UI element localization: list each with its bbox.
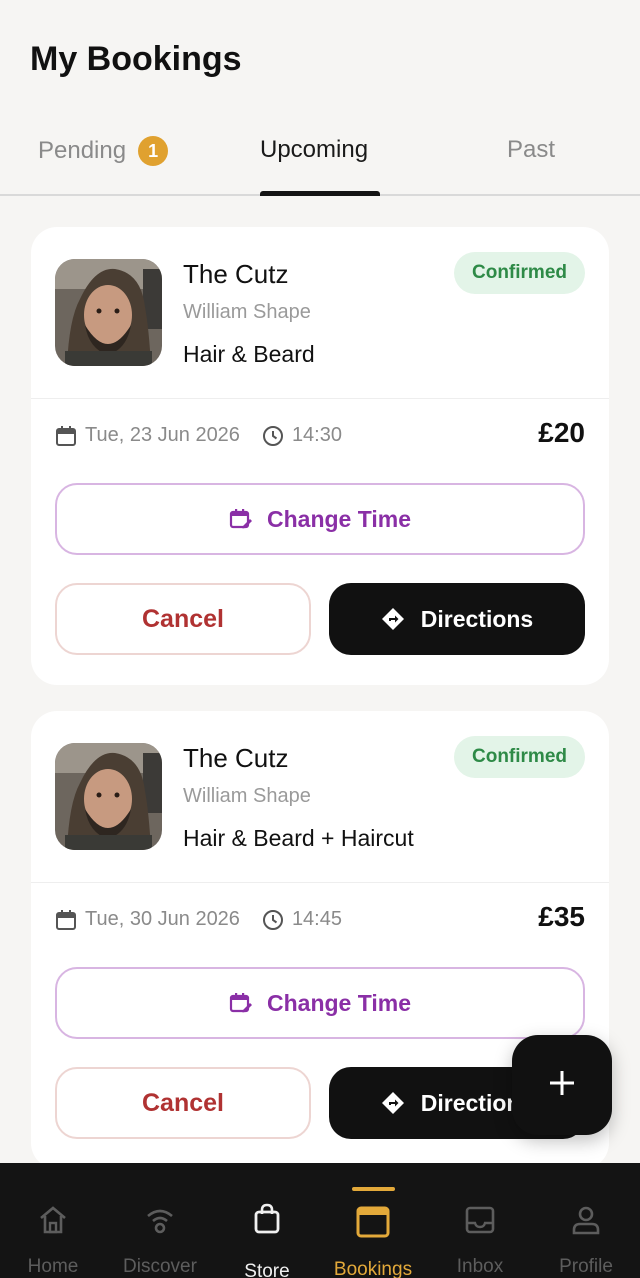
nav-inbox[interactable]: Inbox xyxy=(430,1163,530,1278)
booking-price: £20 xyxy=(538,417,585,448)
calendar-edit-icon xyxy=(229,991,253,1015)
card-divider xyxy=(31,398,609,399)
calendar-icon xyxy=(355,1203,391,1239)
directions-button[interactable]: Directions xyxy=(329,583,585,655)
nav-store[interactable]: Store xyxy=(217,1163,317,1278)
booking-date: Tue, 23 Jun 2026 xyxy=(85,424,240,446)
nav-label: Store xyxy=(244,1261,290,1278)
directions-label: Directions xyxy=(420,605,534,632)
add-booking-button[interactable] xyxy=(512,1035,612,1135)
status-badge: Confirmed xyxy=(454,252,585,294)
booking-time: 14:45 xyxy=(291,908,342,930)
profile-icon xyxy=(570,1203,602,1236)
bookings-screen: My Bookings Pending 1 Upcoming Past The … xyxy=(0,0,640,1278)
directions-icon xyxy=(381,1091,405,1115)
nav-bookings[interactable]: Bookings xyxy=(323,1163,423,1278)
tab-upcoming[interactable]: Upcoming xyxy=(260,136,368,164)
nav-label: Home xyxy=(27,1256,79,1277)
pending-count-badge: 1 xyxy=(138,136,169,166)
booking-time: 14:30 xyxy=(291,424,342,446)
change-time-button[interactable]: Change Time xyxy=(55,967,585,1039)
booking-date: Tue, 30 Jun 2026 xyxy=(85,908,240,930)
tab-label: Pending xyxy=(38,137,127,164)
service-name: Hair & Beard + Haircut xyxy=(183,825,414,851)
shop-name: The Cutz xyxy=(183,743,289,773)
nav-label: Discover xyxy=(123,1256,197,1277)
status-badge: Confirmed xyxy=(454,736,585,778)
barber-name: William Shape xyxy=(183,785,311,807)
barber-name: William Shape xyxy=(183,301,311,323)
calendar-icon xyxy=(55,909,77,931)
bottom-nav: Home Discover Store Bookings Inbox Profi… xyxy=(0,1163,640,1278)
cancel-button[interactable]: Cancel xyxy=(55,1067,311,1139)
change-time-label: Change Time xyxy=(267,505,411,532)
home-icon xyxy=(37,1203,69,1236)
calendar-edit-icon xyxy=(229,507,253,531)
barber-avatar xyxy=(55,743,162,850)
nav-home[interactable]: Home xyxy=(3,1163,103,1278)
tab-label: Past xyxy=(507,136,556,163)
tab-label: Upcoming xyxy=(260,136,369,163)
plus-icon xyxy=(548,1069,576,1102)
calendar-icon xyxy=(55,425,77,447)
booking-card: The Cutz William Shape Hair & Beard Conf… xyxy=(31,227,609,685)
shop-name: The Cutz xyxy=(183,259,289,289)
discover-icon xyxy=(144,1203,176,1236)
change-time-label: Change Time xyxy=(267,989,411,1016)
nav-label: Profile xyxy=(559,1256,613,1277)
tab-pending[interactable]: Pending 1 xyxy=(38,136,169,166)
barber-avatar xyxy=(55,259,162,366)
nav-label: Bookings xyxy=(333,1259,413,1278)
change-time-button[interactable]: Change Time xyxy=(55,483,585,555)
nav-label: Inbox xyxy=(456,1256,504,1277)
nav-profile[interactable]: Profile xyxy=(536,1163,636,1278)
booking-datetime: Tue, 30 Jun 2026 14:45 xyxy=(55,908,342,931)
clock-icon xyxy=(262,909,284,931)
clock-icon xyxy=(262,425,284,447)
booking-datetime: Tue, 23 Jun 2026 14:30 xyxy=(55,424,342,447)
shopping-bag-icon xyxy=(253,1203,281,1235)
service-name: Hair & Beard xyxy=(183,341,315,367)
booking-price: £35 xyxy=(538,901,585,932)
directions-icon xyxy=(381,607,405,631)
active-tab-indicator xyxy=(260,191,380,196)
cancel-button[interactable]: Cancel xyxy=(55,583,311,655)
card-divider xyxy=(31,882,609,883)
booking-tabs: Pending 1 Upcoming Past xyxy=(0,120,640,196)
page-title: My Bookings xyxy=(30,40,242,78)
nav-discover[interactable]: Discover xyxy=(110,1163,210,1278)
tab-past[interactable]: Past xyxy=(507,136,555,164)
inbox-icon xyxy=(464,1203,496,1236)
